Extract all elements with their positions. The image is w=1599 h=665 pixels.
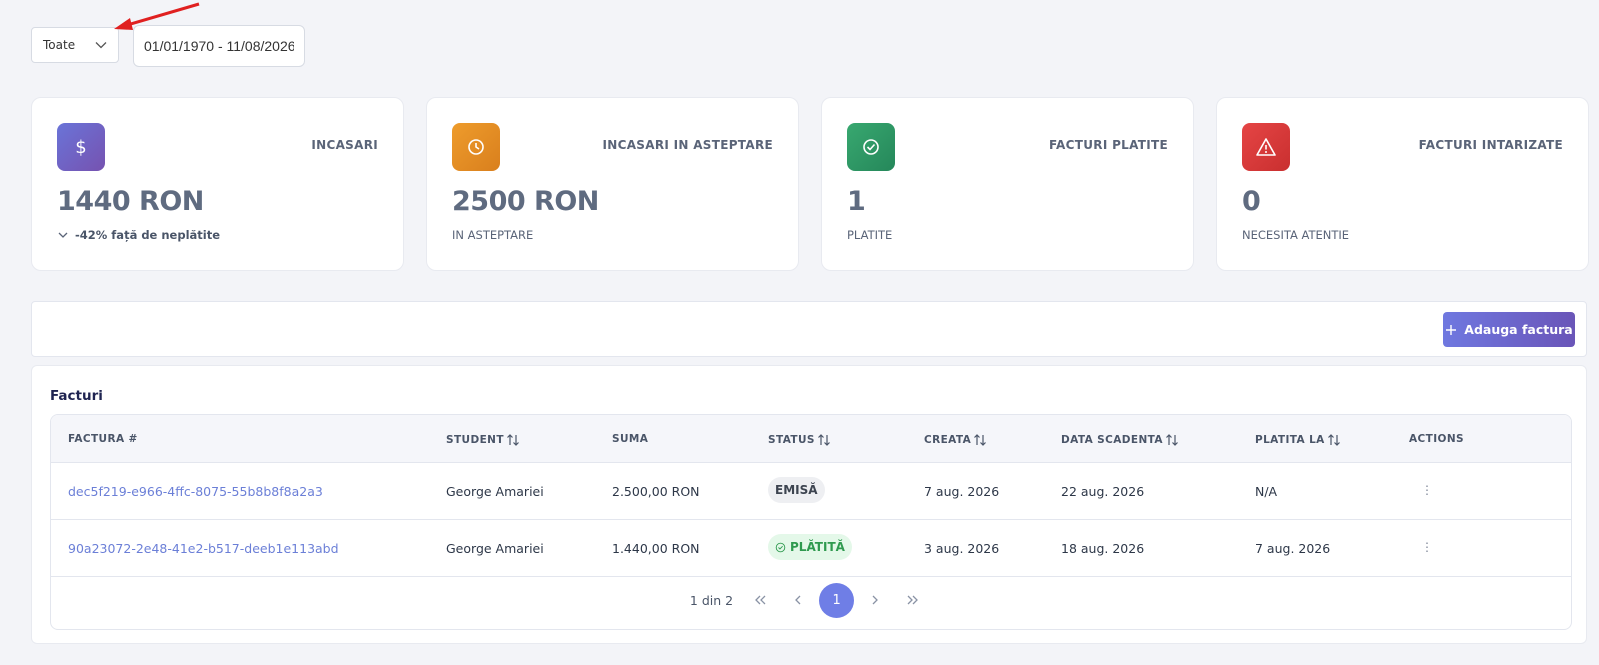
- creata-cell: 7 aug. 2026: [924, 484, 1000, 499]
- card-subtext: -42% față de neplătite: [57, 228, 220, 242]
- sort-icon: [974, 434, 987, 446]
- type-select[interactable]: Toate: [31, 27, 119, 63]
- chevron-down-icon: [58, 232, 68, 238]
- column-header-creata[interactable]: CREATA: [924, 433, 987, 447]
- pagination-info: 1 din 2: [689, 592, 734, 608]
- card-subtext: IN ASTEPTARE: [452, 228, 534, 242]
- stat-cards: $ INCASARI 1440 RON -42% față de neplăti…: [31, 97, 1589, 271]
- creata-cell: 3 aug. 2026: [924, 541, 1000, 556]
- add-invoice-button[interactable]: Adauga factura: [1443, 312, 1575, 347]
- column-header-status[interactable]: STATUS: [768, 433, 831, 447]
- plus-icon: [1446, 324, 1457, 335]
- panel-title: Facturi: [50, 388, 103, 404]
- svg-text:$: $: [75, 137, 86, 158]
- platita-cell: N/A: [1255, 484, 1278, 499]
- dollar-icon: $: [57, 123, 105, 171]
- warning-icon: [1242, 123, 1290, 171]
- table-row: 90a23072-2e48-41e2-b517-deeb1e113abd Geo…: [51, 520, 1571, 577]
- next-page-icon[interactable]: [856, 582, 894, 618]
- scadenta-cell: 18 aug. 2026: [1061, 541, 1145, 556]
- annotation-arrow-icon: [114, 2, 200, 30]
- table-row: dec5f219-e966-4ffc-8075-55b8b8f8a2a3 Geo…: [51, 463, 1571, 520]
- type-select-value: Toate: [43, 38, 76, 52]
- card-value: 1: [847, 186, 866, 217]
- card-value: 0: [1242, 186, 1261, 217]
- card-value: 2500 RON: [452, 186, 599, 217]
- sort-icon: [1165, 434, 1178, 446]
- column-header-platita-la[interactable]: PLATITA LA: [1255, 433, 1341, 447]
- check-circle-icon: [847, 123, 895, 171]
- chevron-down-icon: [95, 42, 107, 49]
- page-button-current[interactable]: 1: [819, 582, 855, 618]
- column-header-actions: ACTIONS: [1409, 433, 1464, 445]
- invoices-table: FACTURA # STUDENT SUMA STATUS CREATA DAT…: [50, 414, 1572, 630]
- sort-icon: [817, 434, 830, 446]
- first-page-icon[interactable]: [741, 582, 779, 618]
- suma-cell: 2.500,00 RON: [612, 484, 700, 499]
- column-header-data-scadenta[interactable]: DATA SCADENTA: [1061, 433, 1179, 447]
- card-title: FACTURI PLATITE: [1048, 138, 1168, 152]
- invoice-id-link[interactable]: 90a23072-2e48-41e2-b517-deeb1e113abd: [68, 541, 339, 556]
- column-header-student[interactable]: STUDENT: [446, 433, 520, 447]
- column-header-factura: FACTURA #: [68, 433, 138, 445]
- card-incasari: $ INCASARI 1440 RON -42% față de neplăti…: [31, 97, 404, 271]
- table-header: FACTURA # STUDENT SUMA STATUS CREATA DAT…: [51, 415, 1571, 463]
- status-badge: EMISĂ: [768, 477, 825, 503]
- more-actions-icon[interactable]: ⋮: [1421, 540, 1433, 554]
- card-facturi-intarizate: FACTURI INTARIZATE 0 NECESITA ATENTIE: [1216, 97, 1589, 271]
- sort-icon: [1327, 434, 1340, 446]
- sort-icon: [506, 434, 519, 446]
- prev-page-icon[interactable]: [779, 582, 817, 618]
- column-header-suma: SUMA: [612, 433, 649, 445]
- invoices-panel: Facturi FACTURA # STUDENT SUMA STATUS CR…: [31, 365, 1587, 644]
- card-facturi-platite: FACTURI PLATITE 1 PLATITE: [821, 97, 1194, 271]
- toolbar: Adauga factura: [31, 301, 1587, 357]
- card-incasari-asteptare: INCASARI IN ASTEPTARE 2500 RON IN ASTEPT…: [426, 97, 799, 271]
- last-page-icon[interactable]: [894, 582, 932, 618]
- scadenta-cell: 22 aug. 2026: [1061, 484, 1145, 499]
- student-cell: George Amariei: [446, 484, 544, 499]
- platita-cell: 7 aug. 2026: [1255, 541, 1331, 556]
- suma-cell: 1.440,00 RON: [612, 541, 700, 556]
- card-title: INCASARI: [311, 138, 378, 152]
- card-title: FACTURI INTARIZATE: [1418, 138, 1563, 152]
- card-subtext: NECESITA ATENTIE: [1242, 228, 1350, 242]
- invoice-id-link[interactable]: dec5f219-e966-4ffc-8075-55b8b8f8a2a3: [68, 484, 323, 499]
- student-cell: George Amariei: [446, 541, 544, 556]
- card-title: INCASARI IN ASTEPTARE: [602, 138, 773, 152]
- card-value: 1440 RON: [57, 186, 204, 217]
- clock-icon: [452, 123, 500, 171]
- card-subtext-label: -42% față de neplătite: [75, 228, 221, 242]
- pagination: 1 din 2 1: [51, 575, 1571, 625]
- status-badge: PLĂTITĂ: [768, 534, 852, 560]
- card-subtext: PLATITE: [847, 228, 893, 242]
- add-invoice-label: Adauga factura: [1464, 322, 1573, 337]
- check-circle-icon: [775, 542, 786, 552]
- more-actions-icon[interactable]: ⋮: [1421, 483, 1433, 497]
